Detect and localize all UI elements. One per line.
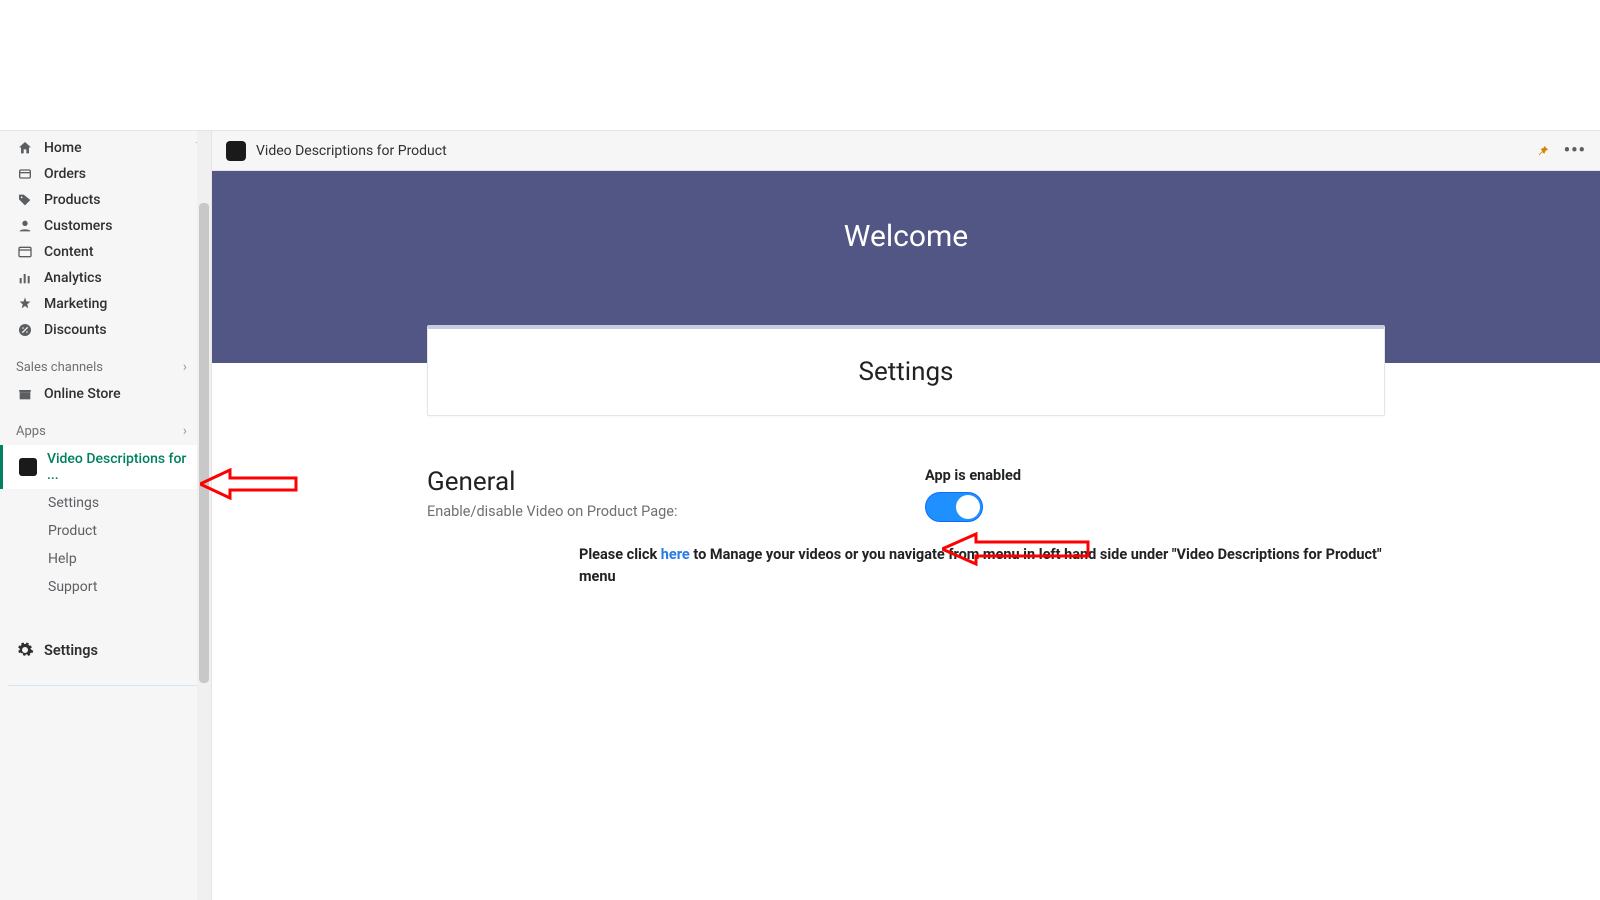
discount-icon: [16, 322, 34, 338]
app-sub-support[interactable]: Support: [0, 573, 211, 601]
sidebar-item-label: Customers: [44, 218, 112, 234]
section-label: Sales channels: [16, 360, 103, 375]
app-sub-product[interactable]: Product: [0, 517, 211, 545]
scrollbar-thumb[interactable]: [199, 203, 209, 683]
orders-icon: [16, 166, 34, 182]
analytics-icon: [16, 270, 34, 286]
sidebar-item-label: Discounts: [44, 322, 107, 338]
sidebar-item-label: Analytics: [44, 270, 102, 286]
app-sub-help[interactable]: Help: [0, 545, 211, 573]
tag-icon: [16, 192, 34, 208]
app-sub-settings[interactable]: Settings: [0, 489, 211, 517]
sidebar-item-label: Orders: [44, 166, 86, 182]
home-icon: [16, 140, 34, 156]
banner-title: Welcome: [844, 219, 968, 254]
sidebar: ▲ Home Orders Products Customers: [0, 131, 212, 900]
sidebar-item-label: Marketing: [44, 296, 107, 312]
status-label: App is enabled: [925, 467, 1385, 484]
section-label: Apps: [16, 424, 46, 439]
marketing-icon: [16, 296, 34, 312]
sidebar-item-customers[interactable]: Customers: [0, 213, 211, 239]
sidebar-item-marketing[interactable]: Marketing: [0, 291, 211, 317]
card-title: Settings: [428, 357, 1384, 387]
manage-videos-link[interactable]: here: [661, 546, 690, 563]
sidebar-item-label: Home: [44, 140, 82, 156]
store-icon: [16, 386, 34, 402]
sidebar-item-settings[interactable]: Settings: [0, 633, 211, 667]
section-apps[interactable]: Apps ›: [0, 415, 211, 445]
sidebar-item-label: Settings: [44, 642, 98, 659]
toggle-knob: [956, 495, 980, 519]
sidebar-item-discounts[interactable]: Discounts: [0, 317, 211, 343]
sidebar-item-label: Content: [44, 244, 94, 260]
person-icon: [16, 218, 34, 234]
sidebar-item-orders[interactable]: Orders: [0, 161, 211, 187]
app-icon: [19, 458, 37, 476]
sidebar-item-home[interactable]: Home: [0, 135, 211, 161]
sidebar-item-label: Products: [44, 192, 101, 208]
sidebar-item-products[interactable]: Products: [0, 187, 211, 213]
section-title-general: General: [427, 467, 925, 497]
sidebar-item-content[interactable]: Content: [0, 239, 211, 265]
sidebar-divider: [8, 685, 203, 686]
app-topbar: Video Descriptions for Product •••: [212, 131, 1600, 171]
chevron-right-icon: ›: [183, 423, 187, 439]
sidebar-item-label: Video Descriptions for ...: [47, 451, 201, 483]
help-text: Please click here to Manage your videos …: [579, 544, 1389, 589]
enable-toggle[interactable]: [925, 492, 983, 522]
content-icon: [16, 244, 34, 260]
app-icon: [226, 141, 246, 161]
chevron-right-icon: ›: [183, 359, 187, 375]
app-title: Video Descriptions for Product: [256, 143, 447, 159]
sidebar-item-app-active[interactable]: Video Descriptions for ...: [0, 445, 211, 489]
sidebar-item-label: Online Store: [44, 386, 121, 402]
main-content: Video Descriptions for Product ••• Welco…: [212, 131, 1600, 900]
more-icon[interactable]: •••: [1564, 142, 1586, 160]
section-sales-channels[interactable]: Sales channels ›: [0, 351, 211, 381]
sidebar-scrollbar[interactable]: [197, 131, 211, 900]
gear-icon: [16, 641, 34, 659]
pin-icon[interactable]: [1536, 144, 1550, 158]
sidebar-item-analytics[interactable]: Analytics: [0, 265, 211, 291]
sidebar-item-online-store[interactable]: Online Store: [0, 381, 211, 407]
settings-card: Settings: [427, 325, 1385, 416]
section-subtitle: Enable/disable Video on Product Page:: [427, 503, 925, 520]
